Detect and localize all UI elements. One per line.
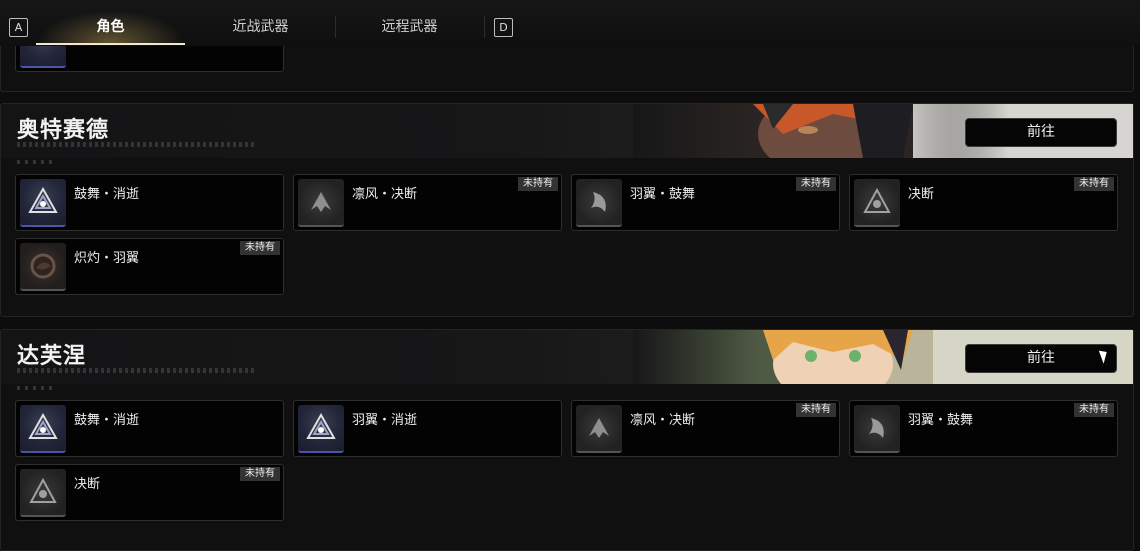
item-card[interactable]: 羽翼・消逝 <box>293 400 562 457</box>
section-header: 奥特赛德 前往 <box>1 104 1133 158</box>
not-owned-badge: 未持有 <box>796 177 836 191</box>
mouse-cursor-icon <box>1098 348 1111 364</box>
item-label: 羽翼・消逝 <box>352 413 418 428</box>
item-card[interactable]: 鼓舞・消逝 <box>15 174 284 231</box>
item-label: 决断 <box>908 187 935 202</box>
triangle-knot-emblem-icon <box>20 179 66 227</box>
triangle-knot-emblem-icon <box>20 405 66 453</box>
resolve-emblem-icon <box>20 469 66 517</box>
item-label: 鼓舞・消逝 <box>74 187 140 202</box>
wing-emblem-icon <box>576 179 622 227</box>
character-name: 奥特赛德 <box>17 117 110 143</box>
goto-button[interactable]: 前往 <box>965 344 1117 373</box>
not-owned-badge: 未持有 <box>240 467 280 481</box>
item-label: 凛风・决断 <box>352 187 418 202</box>
item-card[interactable]: 鼓舞・消逝 <box>15 400 284 457</box>
tab-ranged-weapon[interactable]: 远程武器 <box>336 10 483 44</box>
item-card[interactable]: 决断 未持有 <box>15 464 284 521</box>
header-decoration <box>17 142 257 147</box>
tab-character[interactable]: 角色 <box>36 10 185 45</box>
not-owned-badge: 未持有 <box>518 177 558 191</box>
not-owned-badge: 未持有 <box>240 241 280 255</box>
item-label: 决断 <box>74 477 101 492</box>
character-section: 奥特赛德 前往 鼓舞・消逝 凛风・决断 未持有 羽翼・鼓舞 未持有 决断 未持有… <box>0 103 1134 317</box>
section-header: 达芙涅 前往 <box>1 330 1133 384</box>
not-owned-badge: 未持有 <box>796 403 836 417</box>
header-dots <box>17 160 57 164</box>
not-owned-badge: 未持有 <box>1074 403 1114 417</box>
tab-melee-weapon[interactable]: 近战武器 <box>186 10 335 44</box>
header-dots <box>17 386 57 390</box>
header-decoration <box>17 368 257 373</box>
next-tab-key-hint[interactable]: D <box>494 18 513 37</box>
item-card[interactable]: 羽翼・鼓舞 未持有 <box>849 400 1118 457</box>
character-name: 达芙涅 <box>17 343 87 369</box>
item-card[interactable]: 羽翼・鼓舞 未持有 <box>571 174 840 231</box>
goto-label: 前往 <box>1027 350 1055 366</box>
item-card[interactable]: 凛风・决断 未持有 <box>293 174 562 231</box>
scorch-emblem-icon <box>20 243 66 291</box>
triangle-knot-emblem-icon <box>298 405 344 453</box>
prev-tab-key-hint[interactable]: A <box>9 18 28 37</box>
item-label: 羽翼・鼓舞 <box>630 187 696 202</box>
resolve-emblem-icon <box>854 179 900 227</box>
item-label: 鼓舞・消逝 <box>74 413 140 428</box>
item-label: 凛风・决断 <box>630 413 696 428</box>
wing-emblem-icon <box>854 405 900 453</box>
not-owned-badge: 未持有 <box>1074 177 1114 191</box>
goto-button[interactable]: 前往 <box>965 118 1117 147</box>
character-section: 达芙涅 前往 鼓舞・消逝 羽翼・消逝 凛风・决断 未持有 羽翼・鼓舞 未持有 决… <box>0 329 1134 551</box>
tab-divider <box>484 16 485 38</box>
category-tab-bar: A 角色 近战武器 远程武器 D <box>0 0 1140 46</box>
item-card[interactable]: 凛风・决断 未持有 <box>571 400 840 457</box>
item-label: 炽灼・羽翼 <box>74 251 140 266</box>
item-label: 羽翼・鼓舞 <box>908 413 974 428</box>
wind-blade-emblem-icon <box>298 179 344 227</box>
item-card[interactable]: 炽灼・羽翼 未持有 <box>15 238 284 295</box>
wind-blade-emblem-icon <box>576 405 622 453</box>
item-card[interactable]: 决断 未持有 <box>849 174 1118 231</box>
